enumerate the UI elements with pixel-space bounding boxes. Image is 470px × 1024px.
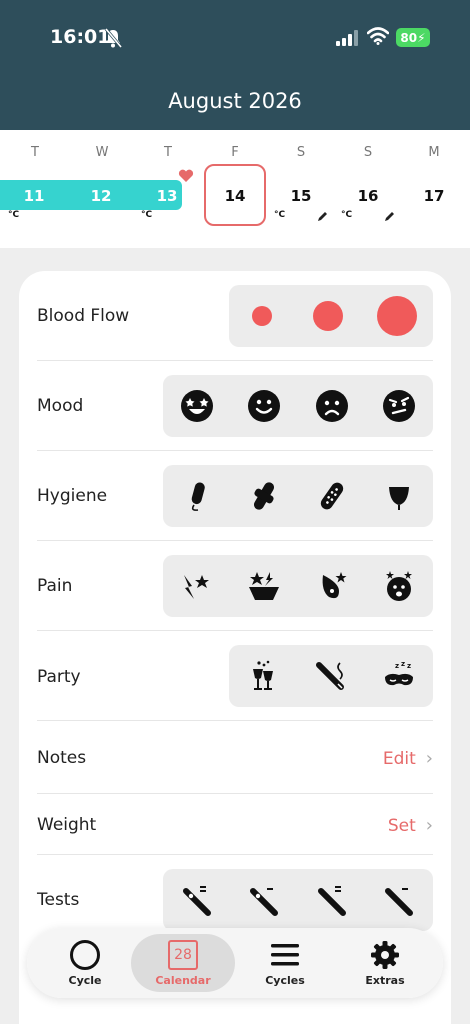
- nav-cycles-label: Cycles: [265, 974, 305, 987]
- tampon-icon[interactable]: [179, 478, 215, 514]
- flow-light-icon[interactable]: [244, 298, 280, 334]
- nav-calendar[interactable]: 28 Calendar: [131, 934, 235, 992]
- ovulation-test-negative-icon[interactable]: [381, 882, 417, 918]
- header-bar: 16:01 80 ⚡ August 2026: [0, 0, 470, 130]
- pain-options: [163, 555, 433, 617]
- nav-calendar-label: Calendar: [155, 974, 211, 987]
- weekday-label: T: [164, 145, 172, 160]
- svg-text:z: z: [407, 662, 411, 670]
- tests-options: [163, 869, 433, 931]
- blood-flow-options: [229, 285, 433, 347]
- notes-edit-label: Edit: [382, 748, 416, 769]
- temperature-unit: °C: [274, 210, 286, 220]
- temperature-unit: °C: [8, 210, 20, 220]
- svg-text:z: z: [395, 662, 399, 670]
- svg-text:z: z: [401, 660, 405, 668]
- temperature-unit: °C: [141, 210, 153, 220]
- mood-label: Mood: [37, 396, 84, 416]
- divider: [37, 540, 433, 541]
- weekday-label: F: [231, 145, 239, 160]
- smoking-icon[interactable]: [313, 658, 349, 694]
- battery-indicator: 80 ⚡: [396, 28, 430, 47]
- weight-set-button[interactable]: Set ›: [388, 815, 433, 836]
- pregnancy-test-positive-icon[interactable]: [179, 882, 215, 918]
- nav-cycles[interactable]: Cycles: [233, 934, 337, 992]
- day-17[interactable]: 17: [417, 187, 451, 205]
- menu-icon: [268, 939, 302, 971]
- smile-icon[interactable]: [246, 388, 282, 424]
- hygiene-label: Hygiene: [37, 486, 108, 506]
- chevron-right-icon: ›: [425, 815, 433, 836]
- flow-heavy-icon[interactable]: [376, 295, 418, 337]
- weekday-label: T: [31, 145, 39, 160]
- pain-label: Pain: [37, 576, 73, 596]
- nav-cycle[interactable]: Cycle: [33, 934, 137, 992]
- pregnancy-test-negative-icon[interactable]: [246, 882, 282, 918]
- panty-liner-icon[interactable]: [314, 478, 350, 514]
- wifi-icon: [367, 27, 389, 45]
- page-title: August 2026: [168, 89, 302, 113]
- divider: [37, 720, 433, 721]
- notes-label: Notes: [37, 748, 87, 768]
- tests-label: Tests: [37, 890, 80, 910]
- weight-set-label: Set: [387, 815, 416, 836]
- charging-icon: ⚡: [417, 30, 426, 45]
- pencil-icon: [318, 212, 327, 221]
- hygiene-options: [163, 465, 433, 527]
- starry-eyed-icon[interactable]: [179, 388, 215, 424]
- breast-pain-icon[interactable]: [314, 568, 350, 604]
- day-15[interactable]: 15: [284, 187, 318, 205]
- day-12[interactable]: 12: [84, 187, 118, 205]
- flow-medium-icon[interactable]: [310, 298, 346, 334]
- party-label: Party: [37, 667, 81, 687]
- sleep-mask-icon[interactable]: zzz: [381, 658, 417, 694]
- weekday-label: S: [363, 145, 373, 160]
- pad-icon[interactable]: [246, 478, 282, 514]
- status-time: 16:01: [50, 26, 111, 48]
- mood-options: [163, 375, 433, 437]
- day-16[interactable]: 16: [351, 187, 385, 205]
- divider: [37, 793, 433, 794]
- cellular-signal-icon: [336, 30, 358, 46]
- divider: [37, 630, 433, 631]
- party-options: zzz: [229, 645, 433, 707]
- weekday-label: S: [296, 145, 306, 160]
- battery-level: 80: [400, 30, 418, 45]
- cramps-icon[interactable]: [179, 568, 215, 604]
- sad-icon[interactable]: [314, 388, 350, 424]
- bell-muted-icon: [104, 28, 122, 48]
- blood-flow-label: Blood Flow: [37, 306, 130, 326]
- weight-label: Weight: [37, 815, 97, 835]
- weekday-label: M: [428, 145, 440, 160]
- day-11[interactable]: 11: [17, 187, 51, 205]
- divider: [37, 854, 433, 855]
- calendar-icon: 28: [166, 939, 200, 971]
- headache-icon[interactable]: [381, 568, 417, 604]
- gear-icon: [368, 939, 402, 971]
- weekday-label: W: [95, 145, 109, 160]
- temperature-unit: °C: [341, 210, 353, 220]
- heart-icon: [178, 169, 194, 182]
- pencil-icon: [385, 212, 394, 221]
- angry-icon[interactable]: [381, 388, 417, 424]
- menstrual-cup-icon[interactable]: [381, 478, 417, 514]
- day-13[interactable]: 13: [150, 187, 184, 205]
- nav-extras[interactable]: Extras: [333, 934, 437, 992]
- divider: [37, 450, 433, 451]
- notes-edit-button[interactable]: Edit ›: [383, 748, 433, 769]
- ovulation-test-positive-icon[interactable]: [314, 882, 350, 918]
- day-14[interactable]: 14: [218, 187, 252, 205]
- nav-cycle-label: Cycle: [68, 974, 102, 987]
- chevron-right-icon: ›: [425, 748, 433, 769]
- circle-icon: [68, 939, 102, 971]
- day-details-card: Blood Flow Mood Hygiene Pain Party zzz N…: [19, 271, 451, 1024]
- bottom-navigation: Cycle 28 Calendar Cycles Extras: [27, 928, 443, 998]
- nav-extras-label: Extras: [365, 974, 405, 987]
- divider: [37, 360, 433, 361]
- alcohol-icon[interactable]: [245, 658, 281, 694]
- calendar-badge: 28: [168, 940, 198, 970]
- next-row-peek: [19, 998, 451, 1024]
- lower-back-pain-icon[interactable]: [246, 568, 282, 604]
